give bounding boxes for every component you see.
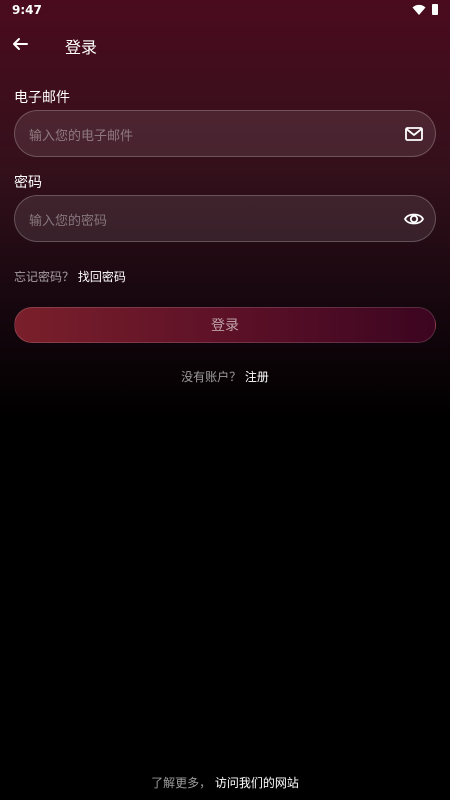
footer: 了解更多， 访问我们的网站 xyxy=(0,774,450,791)
app-bar: 登录 xyxy=(0,30,450,60)
page-title: 登录 xyxy=(65,38,98,57)
footer-prompt: 了解更多， xyxy=(151,776,212,790)
visit-website-link[interactable]: 访问我们的网站 xyxy=(215,776,299,790)
status-bar: 9:47 xyxy=(0,0,450,22)
login-button[interactable]: 登录 xyxy=(14,307,436,343)
register-prompt: 没有账户？ xyxy=(181,370,242,384)
forgot-password-row: 忘记密码？ 找回密码 xyxy=(14,268,126,285)
status-time: 9:47 xyxy=(12,3,42,17)
password-field[interactable]: 输入您的密码 xyxy=(14,195,436,242)
eye-icon[interactable] xyxy=(403,208,425,230)
forgot-password-prompt: 忘记密码？ xyxy=(14,270,75,284)
password-placeholder: 输入您的密码 xyxy=(29,214,108,229)
register-link[interactable]: 注册 xyxy=(245,370,269,384)
battery-icon xyxy=(432,4,438,15)
email-placeholder: 输入您的电子邮件 xyxy=(29,129,134,144)
email-label: 电子邮件 xyxy=(14,90,70,106)
mail-icon xyxy=(405,127,423,141)
wifi-icon xyxy=(412,4,426,15)
email-field[interactable]: 输入您的电子邮件 xyxy=(14,110,436,157)
back-arrow-icon[interactable] xyxy=(10,34,30,54)
password-label: 密码 xyxy=(14,175,42,191)
register-row: 没有账户？ 注册 xyxy=(0,368,450,385)
recover-password-link[interactable]: 找回密码 xyxy=(78,270,126,284)
